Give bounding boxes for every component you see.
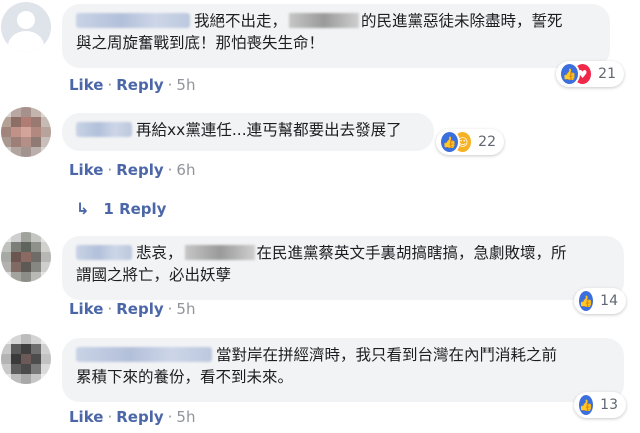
comment-text: 悲哀， <box>136 244 183 262</box>
reaction-count: 21 <box>598 66 616 82</box>
reaction-count: 22 <box>478 134 496 150</box>
like-link[interactable]: Like <box>69 300 103 318</box>
timestamp[interactable]: 5h <box>176 408 195 426</box>
avatar[interactable] <box>1 334 51 384</box>
comment-bubble: 當對岸在拼經濟時，我只看到台灣在內鬥消耗之前 累積下來的養份，看不到未來。 <box>62 338 624 402</box>
timestamp[interactable]: 6h <box>176 161 195 179</box>
timestamp[interactable]: 5h <box>176 76 195 94</box>
commenter-name[interactable] <box>76 122 132 137</box>
comment-bubble: 我絕不出走， 的民進黨惡徒未除盡時，誓死 與之周旋奮戰到底！那怕喪失生命！ <box>62 4 610 68</box>
redacted-text <box>184 245 255 260</box>
comment-actions: Like · Reply · 5h <box>69 76 196 94</box>
reply-link[interactable]: Reply <box>116 408 163 426</box>
reply-arrow-icon: ↳ <box>76 199 90 218</box>
like-link[interactable]: Like <box>69 76 103 94</box>
comment-actions: Like · Reply · 5h <box>69 300 196 318</box>
comment-text: 我絕不出走， <box>194 12 288 30</box>
like-link[interactable]: Like <box>69 408 103 426</box>
comment-actions: Like · Reply · 6h <box>69 161 196 179</box>
comment-bubble: 悲哀， 在民進黨蔡英文手裏胡搞瞎搞，急劇敗壞，所 謂國之將亡，必出妖孽 <box>62 236 624 300</box>
reaction-count: 14 <box>600 293 618 309</box>
comment-bubble: 再給xx黨連任...連丐幫都要出去發展了 <box>62 113 434 151</box>
reaction-summary[interactable]: 👍 ☺ 22 <box>436 129 504 155</box>
like-link[interactable]: Like <box>69 161 103 179</box>
reaction-summary[interactable]: 👍 14 <box>574 288 626 314</box>
like-icon: 👍 <box>577 393 596 417</box>
commenter-name[interactable] <box>76 245 132 260</box>
reaction-count: 13 <box>600 397 618 413</box>
like-icon: 👍 <box>559 62 581 86</box>
commenter-name[interactable] <box>76 347 212 362</box>
timestamp[interactable]: 5h <box>176 300 195 318</box>
reply-link[interactable]: Reply <box>116 161 163 179</box>
avatar[interactable] <box>1 2 51 52</box>
commenter-name[interactable] <box>76 13 190 28</box>
reaction-summary[interactable]: 👍 ♥ 21 <box>556 61 624 87</box>
avatar[interactable] <box>1 232 51 282</box>
reply-link[interactable]: Reply <box>116 300 163 318</box>
comment-text: 再給xx黨連任...連丐幫都要出去發展了 <box>136 121 402 139</box>
comment-actions: Like · Reply · 5h <box>69 408 196 426</box>
view-replies-link[interactable]: ↳ 1 Reply <box>76 199 166 218</box>
reaction-summary[interactable]: 👍 13 <box>574 392 626 418</box>
like-icon: 👍 <box>439 130 461 154</box>
avatar[interactable] <box>1 107 51 157</box>
comment-text: 當對岸在拼經濟時，我只看到台灣在內鬥消耗之前 <box>216 346 558 364</box>
like-icon: 👍 <box>577 289 596 313</box>
reply-link[interactable]: Reply <box>116 76 163 94</box>
redacted-text <box>289 13 360 28</box>
